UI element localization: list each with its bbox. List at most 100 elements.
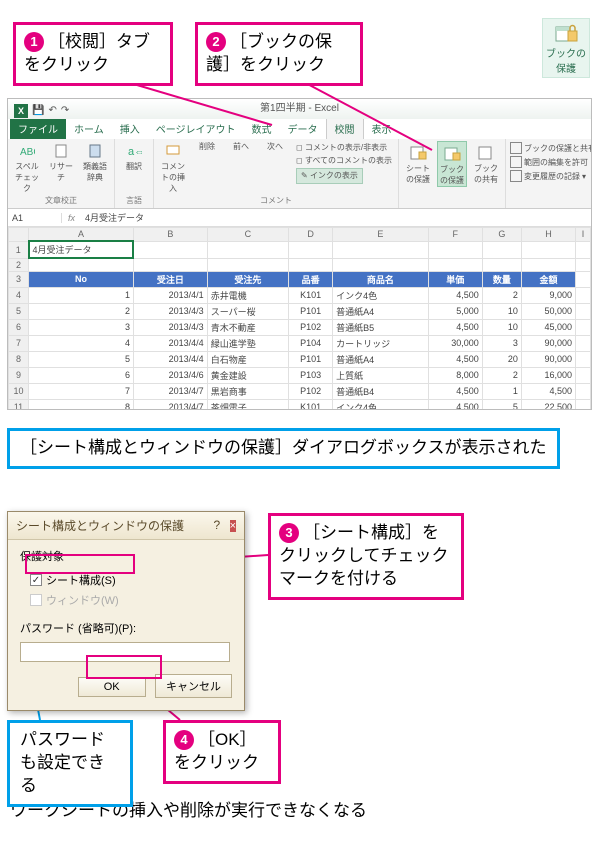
ribbon-protect-workbook-large[interactable]: ブックの保護	[542, 18, 590, 78]
cell[interactable]: 2	[29, 303, 134, 319]
cell[interactable]: 白石物産	[207, 351, 288, 367]
cell[interactable]: No	[29, 271, 134, 287]
cell[interactable]: 2013/4/3	[133, 319, 207, 335]
cell[interactable]: K101	[289, 287, 333, 303]
cell[interactable]	[333, 241, 429, 258]
cell[interactable]: 4,500	[428, 399, 482, 410]
password-input[interactable]	[20, 642, 230, 662]
cell[interactable]: 2013/4/1	[133, 287, 207, 303]
qat-save-icon[interactable]: 💾	[32, 101, 44, 121]
btn-thesaurus[interactable]: 類義語辞典	[80, 141, 110, 194]
cell[interactable]: 8	[9, 351, 29, 367]
tab-review[interactable]: 校閲	[326, 117, 364, 139]
cell[interactable]: 2013/4/6	[133, 367, 207, 383]
cell[interactable]: 3	[29, 319, 134, 335]
cell[interactable]: 2013/4/7	[133, 383, 207, 399]
cell[interactable]: インク4色	[333, 287, 429, 303]
cell[interactable]	[428, 258, 482, 271]
dialog-close-button[interactable]: ×	[230, 520, 236, 532]
cell[interactable]: K101	[289, 399, 333, 410]
cell[interactable]: P103	[289, 367, 333, 383]
cell[interactable]: 普通紙B5	[333, 319, 429, 335]
btn-new-comment[interactable]: コメントの挿入	[158, 141, 188, 194]
btn-protect-workbook[interactable]: ブックの保護	[437, 141, 467, 187]
cell[interactable]: 普通紙B4	[333, 383, 429, 399]
cell[interactable]	[207, 241, 288, 258]
cell[interactable]	[482, 258, 521, 271]
cell[interactable]: 普通紙A4	[333, 303, 429, 319]
tab-view[interactable]: 表示	[364, 118, 400, 139]
cell[interactable]: 3	[9, 271, 29, 287]
btn-protect-share[interactable]: ブックの保護と共有	[510, 141, 592, 155]
name-box[interactable]: A1	[8, 213, 62, 223]
cell[interactable]	[133, 241, 207, 258]
formula-value[interactable]: 4月受注データ	[81, 211, 148, 224]
btn-spellcheck[interactable]: ABCスペルチェック	[12, 141, 42, 194]
qat-redo-icon[interactable]: ↷	[61, 101, 69, 121]
cancel-button[interactable]: キャンセル	[155, 674, 232, 698]
cell[interactable]: 4,500	[428, 287, 482, 303]
cell[interactable]: 3	[482, 335, 521, 351]
col-header[interactable]: F	[428, 228, 482, 242]
cell[interactable]: 90,000	[521, 335, 575, 351]
btn-show-comment[interactable]: ◻ コメントの表示/非表示	[294, 141, 394, 154]
btn-ink[interactable]: ✎ インクの表示	[296, 168, 363, 183]
cell[interactable]: 黄金建設	[207, 367, 288, 383]
cell[interactable]: 普通紙A4	[333, 351, 429, 367]
cell[interactable]: 11	[9, 399, 29, 410]
cell[interactable]: 4,500	[428, 383, 482, 399]
cell[interactable]	[576, 399, 591, 410]
col-header[interactable]: D	[289, 228, 333, 242]
tab-file[interactable]: ファイル	[10, 118, 66, 139]
qat-undo-icon[interactable]: ↶	[48, 101, 56, 121]
col-header[interactable]: B	[133, 228, 207, 242]
cell[interactable]: 2013/4/7	[133, 399, 207, 410]
cell[interactable]: 1	[29, 287, 134, 303]
cell[interactable]: 2	[9, 258, 29, 271]
cell[interactable]: 4	[29, 335, 134, 351]
cell[interactable]	[576, 303, 591, 319]
cell[interactable]: 茶畑電子	[207, 399, 288, 410]
cell[interactable]: 7	[9, 335, 29, 351]
cell[interactable]: 受注日	[133, 271, 207, 287]
cell[interactable]: 2	[482, 287, 521, 303]
cell[interactable]: 5,000	[428, 303, 482, 319]
cell[interactable]: 5	[482, 399, 521, 410]
tab-formula[interactable]: 数式	[244, 118, 280, 139]
cell[interactable]	[576, 287, 591, 303]
cell[interactable]: 9,000	[521, 287, 575, 303]
col-header[interactable]: H	[521, 228, 575, 242]
cell[interactable]	[521, 241, 575, 258]
cell[interactable]: 90,000	[521, 351, 575, 367]
cell[interactable]: 緑山進学塾	[207, 335, 288, 351]
cell[interactable]: 16,000	[521, 367, 575, 383]
col-header[interactable]: E	[333, 228, 429, 242]
cell[interactable]	[207, 258, 288, 271]
cell[interactable]: 8,000	[428, 367, 482, 383]
opt-structure[interactable]: ✓ シート構成(S)	[30, 570, 232, 590]
cell[interactable]: 7	[29, 383, 134, 399]
cell[interactable]	[576, 351, 591, 367]
cell[interactable]: 青木不動産	[207, 319, 288, 335]
cell[interactable]: スーパー桜	[207, 303, 288, 319]
cell[interactable]: 6	[29, 367, 134, 383]
cell[interactable]: 10	[482, 303, 521, 319]
checkbox-structure[interactable]: ✓	[30, 574, 42, 586]
cell[interactable]: 4	[9, 287, 29, 303]
cell[interactable]: 商品名	[333, 271, 429, 287]
btn-share-workbook[interactable]: ブックの共有	[471, 141, 501, 187]
cell[interactable]	[482, 241, 521, 258]
cell[interactable]: P101	[289, 351, 333, 367]
ok-button[interactable]: OK	[78, 677, 146, 697]
cell[interactable]: 赤井電機	[207, 287, 288, 303]
cell[interactable]: 4,500	[428, 319, 482, 335]
cell[interactable]: 単価	[428, 271, 482, 287]
cell[interactable]: 20	[482, 351, 521, 367]
worksheet[interactable]: ABCDEFGHI14月受注データ23No受注日受注先品番商品名単価数量金額41…	[8, 227, 591, 410]
tab-data[interactable]: データ	[280, 118, 326, 139]
cell[interactable]: 品番	[289, 271, 333, 287]
btn-research[interactable]: リサーチ	[46, 141, 76, 194]
cell[interactable]	[576, 367, 591, 383]
cell[interactable]: 2	[482, 367, 521, 383]
btn-translate[interactable]: a⇔翻訳	[119, 141, 149, 172]
